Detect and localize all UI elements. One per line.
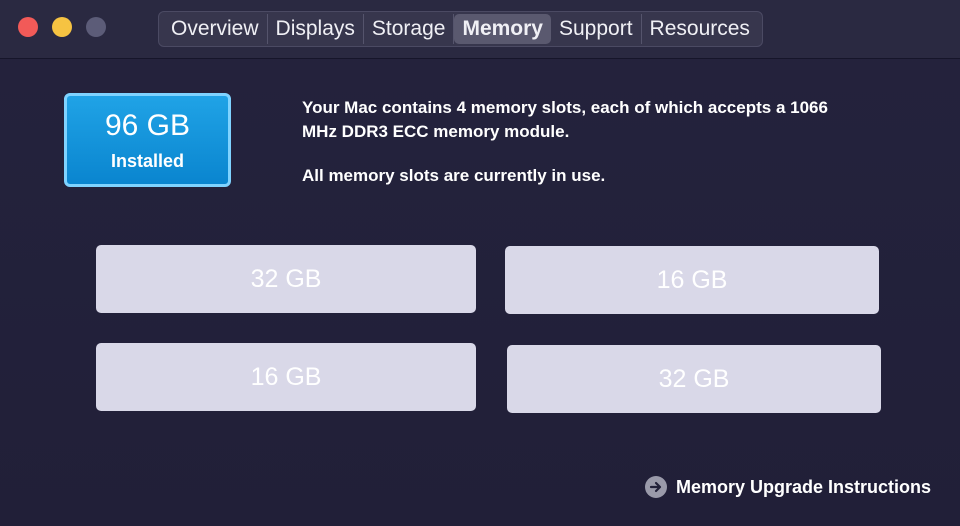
arrow-right-circle-icon	[645, 476, 667, 498]
upgrade-link-label: Memory Upgrade Instructions	[676, 476, 932, 497]
tab-support[interactable]: Support	[551, 14, 642, 44]
memory-slot-3: 16 GB	[96, 343, 476, 411]
close-window-button[interactable]	[18, 17, 38, 37]
memory-status: All memory slots are currently in use.	[302, 166, 606, 185]
memory-slot-1: 32 GB	[96, 245, 476, 313]
tab-resources[interactable]: Resources	[642, 14, 758, 44]
memory-upgrade-instructions-link[interactable]: Memory Upgrade Instructions	[645, 474, 931, 500]
minimize-window-button[interactable]	[52, 17, 72, 37]
tab-overview[interactable]: Overview	[163, 14, 268, 44]
zoom-window-button[interactable]	[86, 17, 106, 37]
installed-memory-badge: 96 GB Installed	[64, 93, 231, 187]
tab-displays[interactable]: Displays	[268, 14, 364, 44]
tab-bar: Overview Displays Storage Memory Support…	[158, 11, 763, 47]
installed-memory-amount: 96 GB	[104, 109, 191, 142]
memory-description: Your Mac contains 4 memory slots, each o…	[302, 98, 828, 141]
memory-slot-2: 16 GB	[505, 246, 879, 314]
tab-storage[interactable]: Storage	[364, 14, 455, 44]
tab-memory[interactable]: Memory	[454, 14, 551, 44]
about-this-mac-window: Overview Displays Storage Memory Support…	[0, 0, 960, 526]
title-bar: Overview Displays Storage Memory Support…	[0, 0, 960, 59]
installed-memory-label: Installed	[110, 151, 185, 171]
memory-slot-4: 32 GB	[507, 345, 881, 413]
memory-info: Your Mac contains 4 memory slots, each o…	[302, 96, 862, 188]
